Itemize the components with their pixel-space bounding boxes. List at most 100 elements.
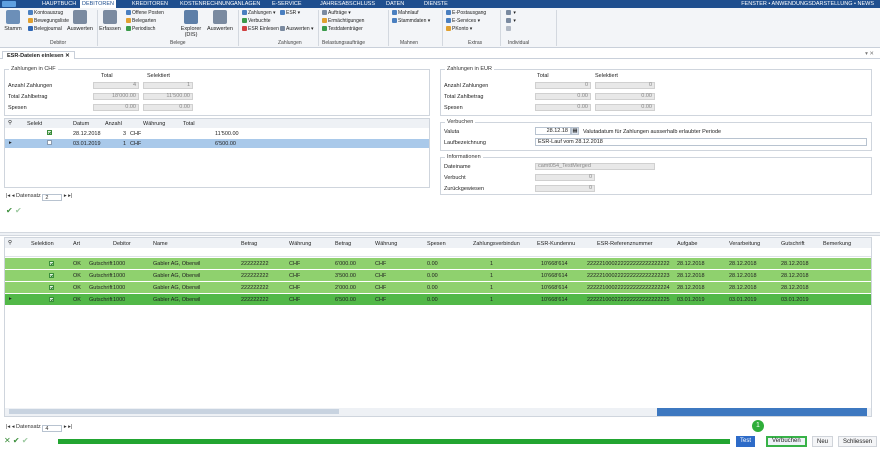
kontoauszug-icon <box>28 10 33 15</box>
testdatentraeger-button[interactable]: Testdatenträger <box>322 26 363 32</box>
individual-button-1[interactable]: ▾ <box>506 10 516 16</box>
verbuchen-legend: Verbuchen <box>445 119 476 125</box>
laufbezeichnung-input[interactable]: ESR-Lauf vom 28.12.2018 <box>535 138 867 146</box>
table-row[interactable]: ▸ OK Gutschrift 1000 Gabler AG, Oberwil 22222… <box>5 294 871 305</box>
table-row-selected[interactable]: ▸ 03.01.2019 1 CHF 6'500.00 <box>5 139 429 148</box>
cell-debitor: 1000 <box>113 297 126 303</box>
pin-icon[interactable]: ▾ ✕ <box>865 51 874 57</box>
pkonto-button[interactable]: PKonto ▾ <box>446 26 472 32</box>
periodisch-button[interactable]: Periodisch <box>126 26 155 32</box>
menu-kreditoren[interactable]: KREDITOREN <box>130 0 170 8</box>
row-checkbox[interactable] <box>47 140 52 146</box>
mahnlauf-button[interactable]: Mahnlauf <box>392 10 419 16</box>
auswerten-zahlungen-button[interactable]: Auswerten ▾ <box>280 26 314 32</box>
individual-button-2[interactable]: ▾ <box>506 18 516 24</box>
menu-debitoren[interactable]: DEBITOREN <box>80 0 116 8</box>
accept-icons[interactable]: ✔ ✔ <box>6 206 22 215</box>
esr-button[interactable]: ESR ▾ <box>280 10 300 16</box>
col-selekt[interactable]: Selekt <box>27 121 42 127</box>
col-bemerkung[interactable]: Bemerkung <box>823 241 851 247</box>
grid-filter-icon[interactable]: ⚲ <box>8 120 12 126</box>
nav-record-input[interactable]: 2 <box>42 194 63 201</box>
col-selektion[interactable]: Selektion <box>31 241 54 247</box>
stammdaten-button[interactable]: Stammdaten ▾ <box>392 18 430 24</box>
neu-button[interactable]: Neu <box>812 436 834 447</box>
table-row[interactable]: 28.12.2018 3 CHF 11'500.00 <box>5 129 429 138</box>
col-verarbeitung[interactable]: Verarbeitung <box>729 241 760 247</box>
horizontal-scrollbar[interactable] <box>5 408 871 416</box>
col-spesen[interactable]: Spesen <box>427 241 446 247</box>
close-icon[interactable]: ✕ <box>65 53 70 59</box>
col-waehrung-2[interactable]: Währung <box>375 241 397 247</box>
bewegungsliste-button[interactable]: Bewegungsliste <box>28 18 69 24</box>
menu-anlagen[interactable]: ANLAGEN <box>232 0 262 8</box>
col-art[interactable]: Art <box>73 241 80 247</box>
row-checkbox[interactable] <box>47 130 52 136</box>
zahlungen-button[interactable]: Zahlungen ▾ <box>242 10 276 16</box>
menu-right[interactable]: FENSTER • ANWENDUNGSDARSTELLUNG • NEWS <box>741 0 874 8</box>
col-aufgabe[interactable]: Aufgabe <box>677 241 698 247</box>
calendar-icon[interactable]: ▦ <box>571 127 579 135</box>
col-name[interactable]: Name <box>153 241 168 247</box>
ermaechtigungen-button[interactable]: Ermächtigungen <box>322 18 364 24</box>
filter-row[interactable] <box>5 248 871 257</box>
nav-first-icon[interactable]: |◂ ◂ <box>6 193 14 199</box>
auftraege-button[interactable]: Aufträge ▾ <box>322 10 351 16</box>
row-checkbox[interactable] <box>49 297 54 303</box>
table-row[interactable]: OK Gutschrift 1000 Gabler AG, Oberwil 222222… <box>5 258 871 269</box>
verbuchte-button[interactable]: Verbuchte <box>242 18 271 24</box>
col-waehrung[interactable]: Währung <box>143 121 165 127</box>
col-esr-referenz[interactable]: ESR-Referenznummer <box>597 241 653 247</box>
row-checkbox[interactable] <box>49 261 54 267</box>
bottom-icons[interactable]: ✕ ✔ ✔ <box>4 436 54 446</box>
menu-daten[interactable]: DATEN <box>384 0 406 8</box>
explorer-button[interactable]: Explorer (DIS) <box>178 10 204 38</box>
auswerten-belege-button[interactable]: Auswerten <box>206 10 234 32</box>
splitter[interactable] <box>0 232 880 236</box>
menu-jahresabschluss[interactable]: JAHRESABSCHLUSS <box>318 0 377 8</box>
belegarten-button[interactable]: Belegarten <box>126 18 156 24</box>
belegjournal-button[interactable]: Belegjournal <box>28 26 62 32</box>
nav-record-input[interactable]: 4 <box>42 425 63 432</box>
menu-kostenrechnung[interactable]: KOSTENRECHNUNG <box>178 0 236 8</box>
row-checkbox[interactable] <box>49 273 54 279</box>
individual-button-3[interactable] <box>506 26 512 32</box>
stamm-button[interactable]: Stamm <box>2 10 24 32</box>
scrollbar-thumb[interactable] <box>9 409 339 414</box>
table-row[interactable]: OK Gutschrift 1000 Gabler AG, Oberwil 222222… <box>5 282 871 293</box>
tab-esr-dateien[interactable]: ESR-Dateien einlesen ✕ <box>2 51 75 59</box>
grid-filter-icon[interactable]: ⚲ <box>8 240 12 246</box>
esr-einlesen-button[interactable]: ESR Einlesen <box>242 26 279 32</box>
valuta-input[interactable]: 28.12.18 <box>535 127 571 135</box>
offene-posten-button[interactable]: Offene Posten <box>126 10 164 16</box>
progress-track <box>58 439 730 444</box>
e-postausgang-button[interactable]: E-Postausgang <box>446 10 486 16</box>
menu-e-service[interactable]: E-SERVICE <box>270 0 304 8</box>
test-button[interactable]: Test <box>736 436 756 447</box>
col-gutschrift[interactable]: Gutschrift <box>781 241 805 247</box>
col-betrag[interactable]: Betrag <box>241 241 257 247</box>
verbuchen-panel: Verbuchen Valuta 28.12.18 ▦ Valutadatum … <box>440 119 872 151</box>
table-row[interactable]: OK Gutschrift 1000 Gabler AG, Oberwil 222222… <box>5 270 871 281</box>
nav-next-icon[interactable]: ▸ ▸| <box>64 424 72 430</box>
col-debitor[interactable]: Debitor <box>113 241 131 247</box>
scrollbar-fill[interactable] <box>657 408 867 416</box>
row-checkbox[interactable] <box>49 285 54 291</box>
erfassen-button[interactable]: Erfassen <box>99 10 121 32</box>
nav-next-icon[interactable]: ▸ ▸| <box>64 193 72 199</box>
menu-hauptbuch[interactable]: HAUPTBUCH <box>40 0 78 8</box>
e-services-button[interactable]: E-Services ▾ <box>446 18 480 24</box>
col-zahlungsverbindung[interactable]: Zahlungsverbindun <box>473 241 520 247</box>
col-datum[interactable]: Datum <box>73 121 89 127</box>
col-waehrung[interactable]: Währung <box>289 241 311 247</box>
menu-dienste[interactable]: DIENSTE <box>422 0 450 8</box>
col-esr-kundennr[interactable]: ESR-Kundennu <box>537 241 575 247</box>
kontoauszug-button[interactable]: Kontoauszug <box>28 10 63 16</box>
nav-first-icon[interactable]: |◂ ◂ <box>6 424 14 430</box>
verbuchen-button[interactable]: Verbuchen <box>766 436 807 447</box>
auswerten-debitor-button[interactable]: Auswerten <box>66 10 94 32</box>
schliessen-button[interactable]: Schliessen <box>838 436 878 447</box>
col-anzahl[interactable]: Anzahl <box>105 121 122 127</box>
col-betrag-2[interactable]: Betrag <box>335 241 351 247</box>
col-total[interactable]: Total <box>183 121 195 127</box>
